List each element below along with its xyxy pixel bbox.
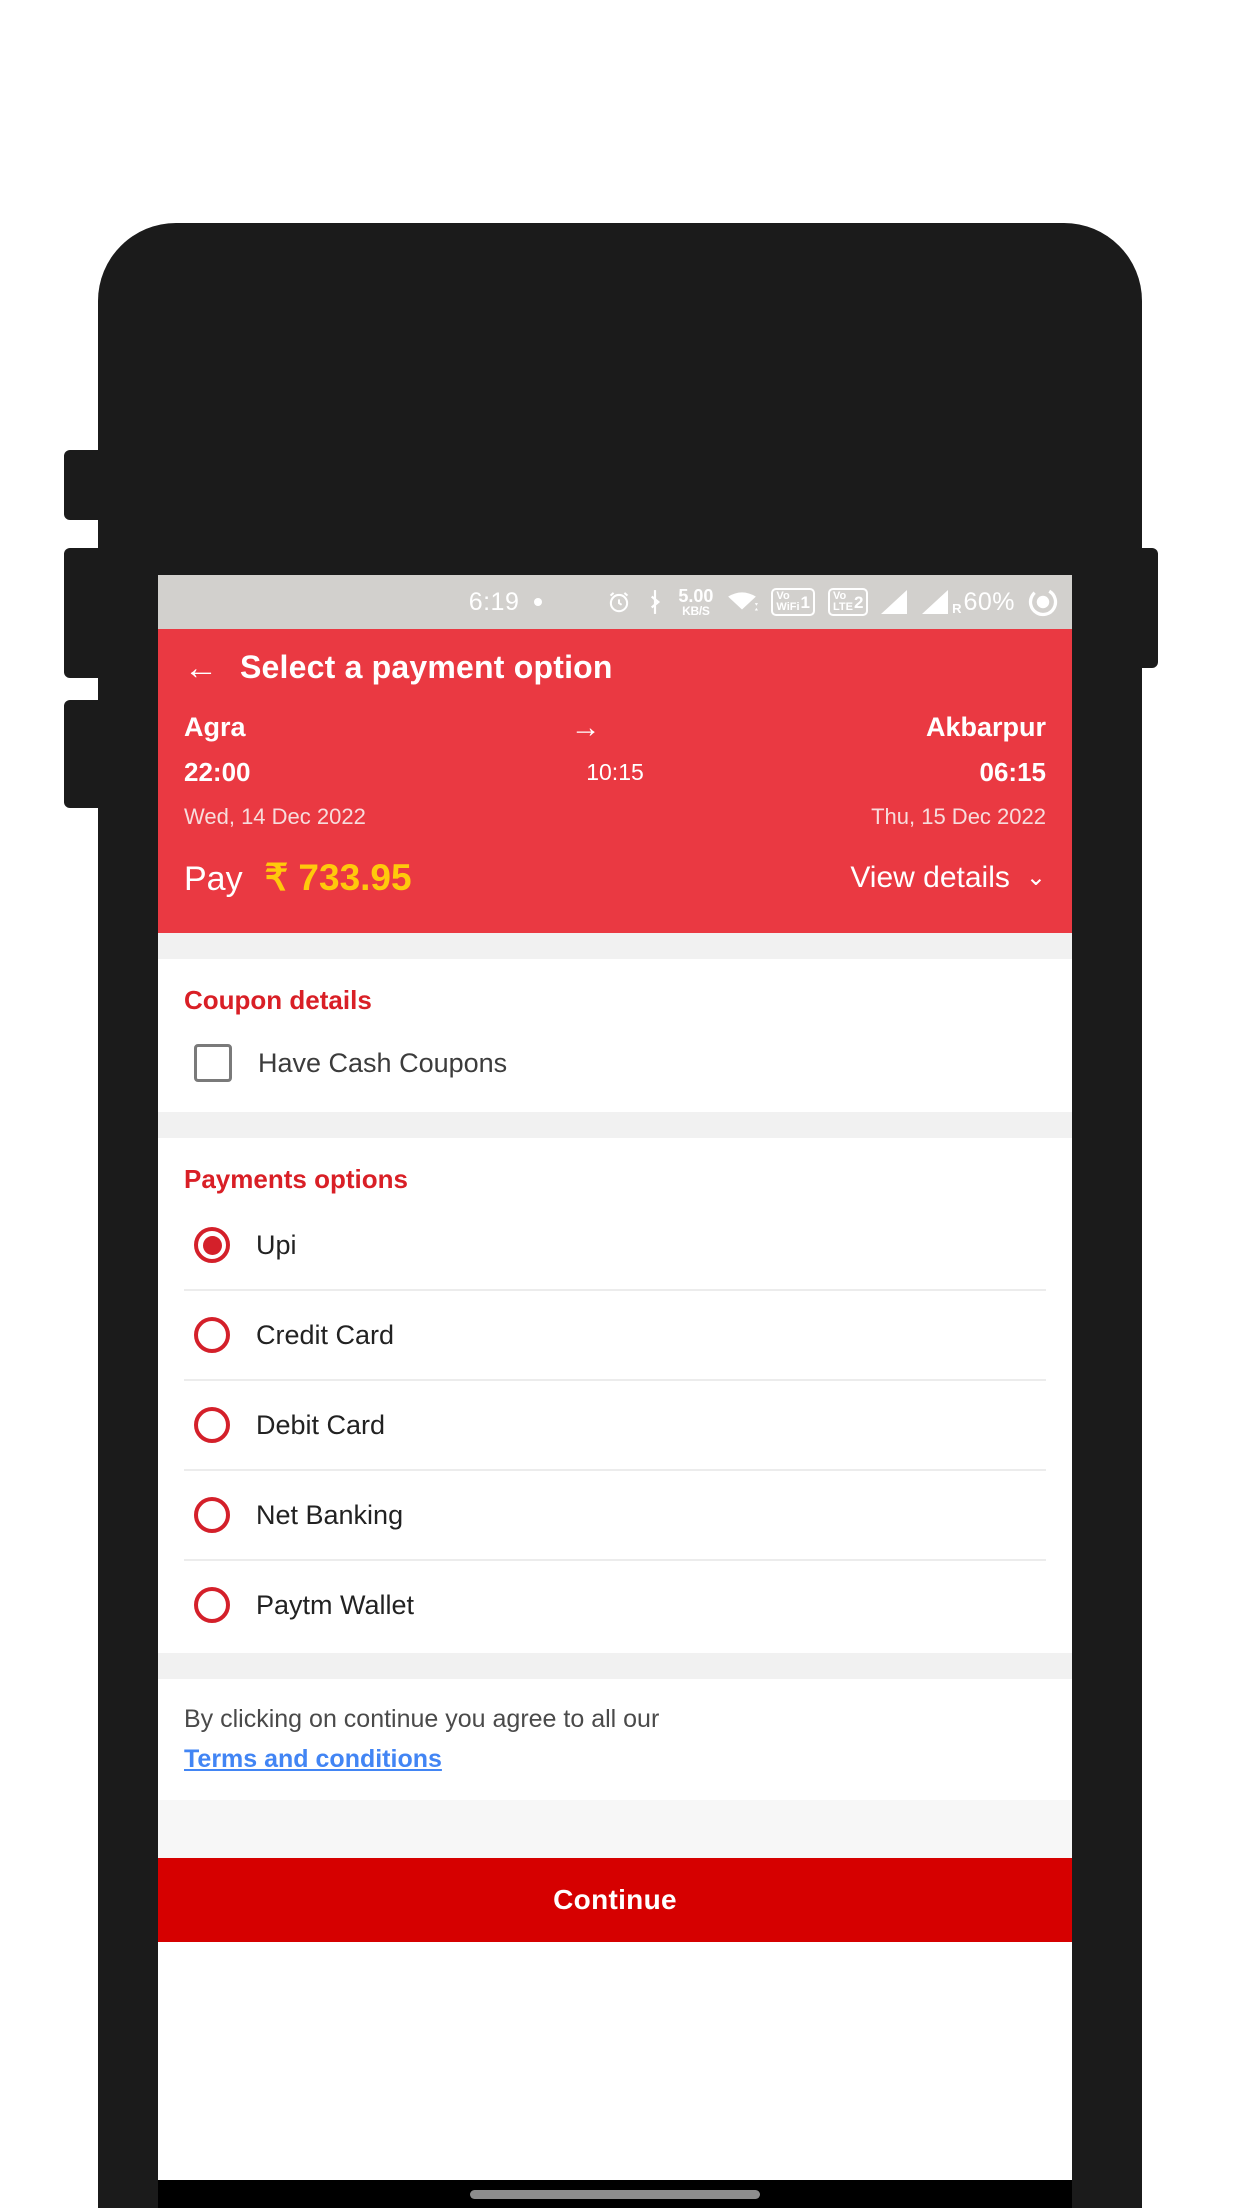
battery-percent-label: 60% (963, 587, 1015, 616)
payments-section-title: Payments options (184, 1164, 408, 1194)
data-rate-value: 5.00 (678, 586, 714, 606)
phone-volume-button[interactable] (64, 548, 104, 678)
radio-paytm-wallet[interactable] (194, 1587, 230, 1623)
radio-debit-card[interactable] (194, 1407, 230, 1443)
vowifi-bottom-label: WiFi (776, 601, 800, 613)
terms-text: By clicking on continue you agree to all… (184, 1705, 660, 1733)
bluetooth-icon (645, 589, 665, 615)
system-navigation-bar (158, 2180, 1072, 2208)
have-cash-coupons-checkbox[interactable] (194, 1044, 232, 1082)
screenshot-canvas: 6:19 5.00 KB/S Vo WiFi 1 Vo LTE 2 R 60% … (0, 0, 1242, 2208)
payment-option-paytm-wallet[interactable]: Paytm Wallet (184, 1561, 1046, 1649)
app-bar: ← Select a payment option (158, 629, 1072, 712)
volte-icon: Vo LTE 2 (828, 588, 869, 616)
coupon-section: Coupon details Have Cash Coupons (158, 959, 1072, 1112)
phone-side-button-top-left[interactable] (64, 450, 104, 520)
status-bar-clock: 6:19 (468, 587, 520, 616)
payment-option-label: Upi (256, 1229, 297, 1260)
bottom-filler (158, 1800, 1072, 1859)
payment-option-label: Paytm Wallet (256, 1589, 415, 1620)
continue-button[interactable]: Continue (158, 1858, 1072, 1943)
radio-credit-card[interactable] (194, 1317, 230, 1353)
journey-dates-row: Wed, 14 Dec 2022 Thu, 15 Dec 2022 (184, 804, 1046, 830)
destination-city: Akbarpur (925, 712, 1046, 742)
pay-summary-row: Pay ₹ 733.95 View details ⌄ (184, 830, 1046, 933)
payment-option-upi[interactable]: Upi (184, 1201, 1046, 1291)
section-gap-2 (158, 1112, 1072, 1138)
phone-power-button[interactable] (1136, 548, 1158, 668)
section-gap-3 (158, 1653, 1072, 1679)
departure-time: 22:00 (184, 757, 251, 787)
vowifi-icon: Vo WiFi 1 (771, 588, 816, 616)
view-details-button[interactable]: View details ⌄ (850, 861, 1046, 895)
terms-section: By clicking on continue you agree to all… (158, 1679, 1072, 1801)
radio-upi[interactable] (194, 1227, 230, 1263)
payment-option-net-banking[interactable]: Net Banking (184, 1471, 1046, 1561)
continue-button-label: Continue (553, 1884, 677, 1916)
journey-times-row: 22:00 10:15 06:15 (184, 757, 1046, 788)
payments-section: Payments options Upi Credit Card Debit C… (158, 1138, 1072, 1653)
vowifi-sim-number: 1 (800, 592, 811, 612)
data-rate-unit: KB/S (682, 604, 710, 618)
app-bar-top-row: ← Select a payment option (184, 649, 1046, 712)
journey-summary: Agra → Akbarpur 22:00 10:15 06:15 Wed, 1… (158, 712, 1072, 933)
journey-cities-row: Agra → Akbarpur (184, 712, 1046, 743)
payment-option-label: Net Banking (256, 1499, 404, 1530)
payment-options-list: Upi Credit Card Debit Card Net Banking P… (184, 1201, 1046, 1653)
battery-circle-icon (1028, 587, 1058, 617)
departure-date: Wed, 14 Dec 2022 (184, 804, 366, 829)
have-cash-coupons-row[interactable]: Have Cash Coupons (184, 1022, 1046, 1112)
pay-amount-group: Pay ₹ 733.95 (184, 856, 412, 899)
signal-bars-roaming-icon: R (922, 590, 961, 616)
volte-sim-number: 2 (853, 592, 864, 612)
wifi-icon (726, 589, 759, 615)
phone-screen: 6:19 5.00 KB/S Vo WiFi 1 Vo LTE 2 R 60% … (158, 575, 1072, 2208)
pay-amount: ₹ 733.95 (264, 857, 412, 898)
page-title: Select a payment option (240, 649, 613, 685)
origin-city: Agra (184, 712, 246, 742)
arrival-time: 06:15 (979, 757, 1047, 787)
have-cash-coupons-label: Have Cash Coupons (258, 1047, 508, 1078)
view-details-label: View details (850, 860, 1010, 894)
payment-option-label: Debit Card (256, 1409, 386, 1440)
alarm-clock-icon (606, 589, 632, 615)
section-gap-1 (158, 933, 1072, 959)
arrow-right-icon: → (570, 710, 601, 744)
journey-duration: 10:15 (586, 759, 644, 785)
payment-option-label: Credit Card (256, 1319, 395, 1350)
data-rate-indicator: 5.00 KB/S (678, 587, 713, 617)
radio-net-banking[interactable] (194, 1497, 230, 1533)
pay-label: Pay (184, 860, 243, 898)
status-bar: 6:19 5.00 KB/S Vo WiFi 1 Vo LTE 2 R 60% (158, 575, 1072, 629)
phone-side-button-lower-left[interactable] (64, 700, 104, 808)
payment-option-credit-card[interactable]: Credit Card (184, 1291, 1046, 1381)
gesture-home-bar[interactable] (470, 2189, 760, 2199)
signal-bars-icon (881, 590, 909, 614)
arrival-date: Thu, 15 Dec 2022 (871, 804, 1046, 829)
back-arrow-icon[interactable]: ← (184, 651, 218, 685)
coupon-section-title: Coupon details (184, 985, 372, 1015)
dot-icon (534, 598, 543, 606)
roaming-label: R (952, 601, 962, 616)
terms-and-conditions-link[interactable]: Terms and conditions (184, 1745, 442, 1774)
chevron-down-icon: ⌄ (1025, 863, 1046, 891)
payment-option-debit-card[interactable]: Debit Card (184, 1381, 1046, 1471)
volte-bottom-label: LTE (833, 601, 853, 613)
